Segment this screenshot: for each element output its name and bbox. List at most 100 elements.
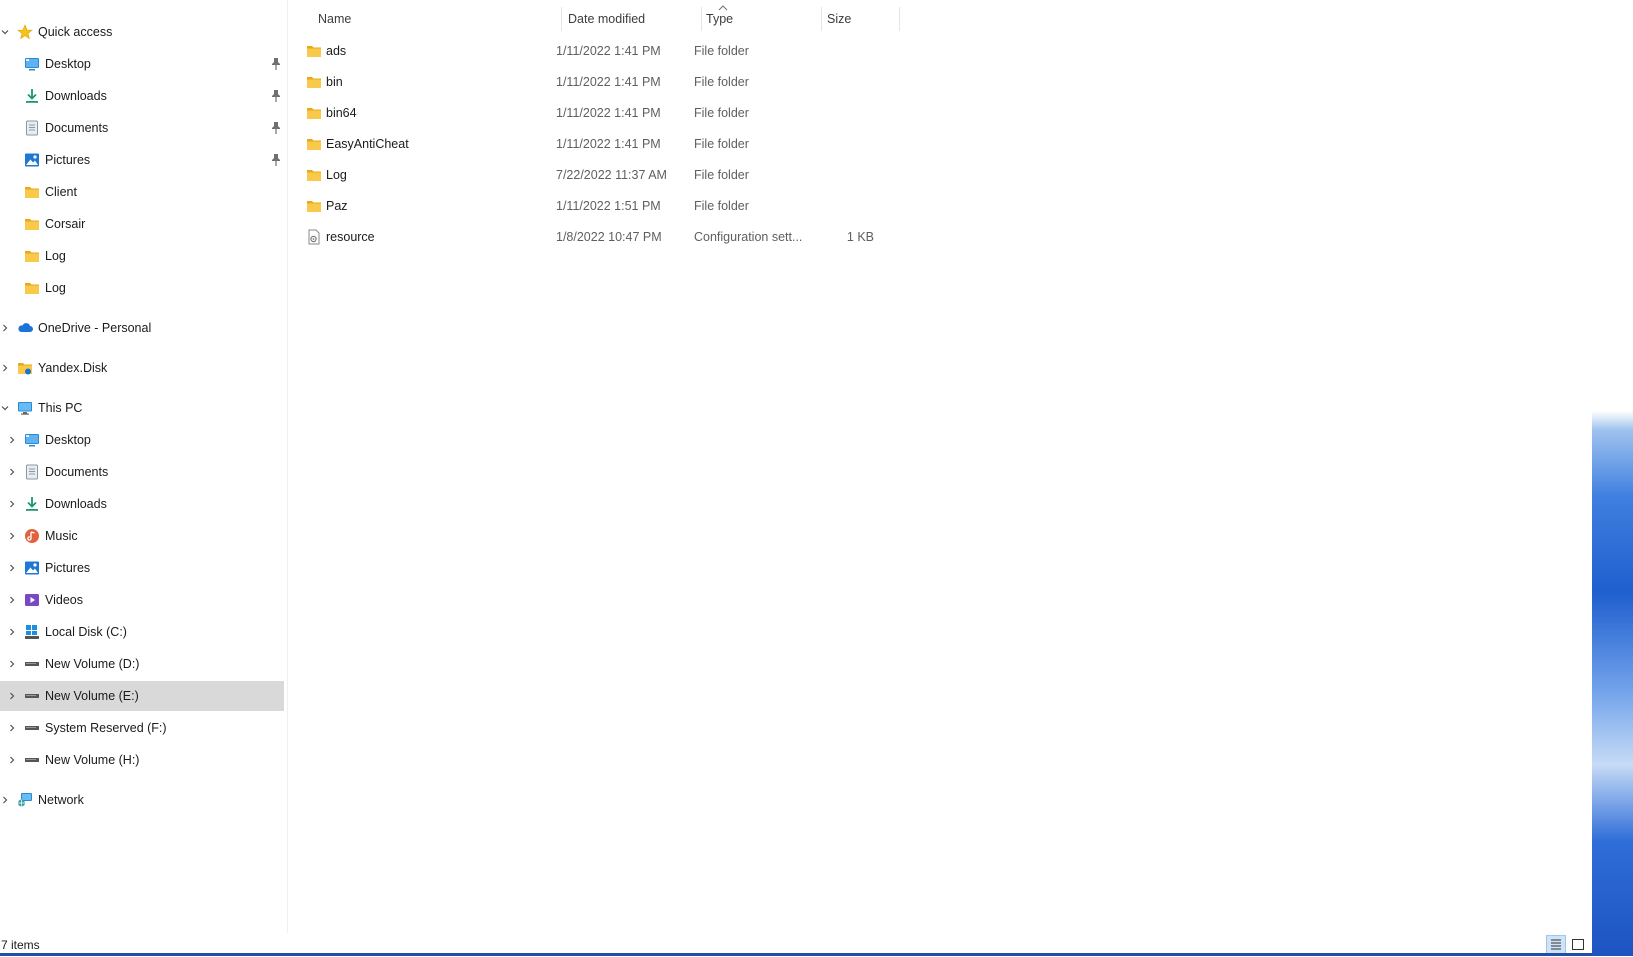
nav-onedrive[interactable]: OneDrive - Personal xyxy=(0,313,284,343)
chevron-right-icon[interactable] xyxy=(7,691,17,701)
column-header-date-modified[interactable]: Date modified xyxy=(568,7,708,31)
desktop-icon xyxy=(24,56,40,72)
details-view-button[interactable] xyxy=(1546,935,1566,954)
nav-this-pc[interactable]: This PC xyxy=(0,393,284,423)
pin-icon[interactable] xyxy=(270,89,282,103)
chevron-right-icon[interactable] xyxy=(0,363,10,373)
folder-icon xyxy=(24,248,40,264)
this-pc-item-new-volume-h[interactable]: New Volume (H:) xyxy=(0,745,284,775)
this-pc-item-videos[interactable]: Videos xyxy=(0,585,284,615)
file-row[interactable]: Log 7/22/2022 11:37 AM File folder xyxy=(298,161,1198,189)
yandex-disk-folder-icon xyxy=(17,360,33,376)
folder-icon xyxy=(306,43,322,59)
file-row[interactable]: EasyAntiCheat 1/11/2022 1:41 PM File fol… xyxy=(298,130,1198,158)
chevron-right-icon[interactable] xyxy=(7,467,17,477)
column-header-type[interactable]: Type xyxy=(706,7,806,31)
column-divider[interactable] xyxy=(899,7,900,31)
column-divider[interactable] xyxy=(701,7,702,31)
this-pc-item-music[interactable]: Music xyxy=(0,521,284,551)
chevron-down-icon[interactable] xyxy=(0,27,10,37)
nav-label: Log xyxy=(45,249,66,263)
quick-access-item-corsair[interactable]: Corsair xyxy=(0,209,284,239)
quick-access-item-documents[interactable]: Documents xyxy=(0,113,284,143)
desktop-icon xyxy=(24,432,40,448)
chevron-right-icon[interactable] xyxy=(7,563,17,573)
this-pc-item-system-reserved-f[interactable]: System Reserved (F:) xyxy=(0,713,284,743)
large-icons-view-button[interactable] xyxy=(1568,935,1588,954)
file-row[interactable]: ads 1/11/2022 1:41 PM File folder xyxy=(298,37,1198,65)
quick-access-item-log[interactable]: Log xyxy=(0,241,284,271)
this-pc-item-documents[interactable]: Documents xyxy=(0,457,284,487)
quick-access-item-pictures[interactable]: Pictures xyxy=(0,145,284,175)
column-header-size[interactable]: Size xyxy=(827,7,897,31)
file-type: File folder xyxy=(694,106,749,120)
details-view-icon xyxy=(1551,939,1561,950)
chevron-down-icon[interactable] xyxy=(0,403,10,413)
navigation-pane: Quick access Desktop Downloads Documents… xyxy=(0,0,287,933)
file-type: File folder xyxy=(694,75,749,89)
file-row[interactable]: bin64 1/11/2022 1:41 PM File folder xyxy=(298,99,1198,127)
file-date-modified: 7/22/2022 11:37 AM xyxy=(556,168,667,182)
this-pc-item-new-volume-d[interactable]: New Volume (D:) xyxy=(0,649,284,679)
file-date-modified: 1/11/2022 1:41 PM xyxy=(556,44,661,58)
chevron-right-icon[interactable] xyxy=(7,627,17,637)
file-name: bin xyxy=(326,75,343,89)
quick-access-item-downloads[interactable]: Downloads xyxy=(0,81,284,111)
chevron-right-icon[interactable] xyxy=(7,723,17,733)
chevron-right-icon[interactable] xyxy=(7,531,17,541)
nav-label: OneDrive - Personal xyxy=(38,321,152,335)
chevron-right-icon[interactable] xyxy=(7,435,17,445)
chevron-right-icon[interactable] xyxy=(7,499,17,509)
file-name: ads xyxy=(326,44,347,58)
this-pc-item-pictures[interactable]: Pictures xyxy=(0,553,284,583)
file-explorer-window: Quick access Desktop Downloads Documents… xyxy=(0,0,1592,956)
nav-label: Documents xyxy=(45,465,109,479)
folder-icon xyxy=(24,216,40,232)
pictures-icon xyxy=(24,560,40,576)
quick-access-item-desktop[interactable]: Desktop xyxy=(0,49,284,79)
nav-label: Local Disk (C:) xyxy=(45,625,127,639)
column-header-name[interactable]: Name xyxy=(318,7,568,31)
column-divider[interactable] xyxy=(561,7,562,31)
folder-icon xyxy=(24,184,40,200)
column-header-label: Date modified xyxy=(568,12,646,26)
windows-drive-icon xyxy=(24,624,40,640)
nav-yandex-disk[interactable]: Yandex.Disk xyxy=(0,353,284,383)
nav-label: Music xyxy=(45,529,78,543)
desktop-wallpaper xyxy=(1592,0,1633,956)
folder-icon xyxy=(306,167,322,183)
nav-label: Quick access xyxy=(38,25,113,39)
file-type: File folder xyxy=(694,137,749,151)
this-pc-item-desktop[interactable]: Desktop xyxy=(0,425,284,455)
nav-label: Network xyxy=(38,793,84,807)
onedrive-cloud-icon xyxy=(17,320,33,336)
file-row[interactable]: bin 1/11/2022 1:41 PM File folder xyxy=(298,68,1198,96)
file-size: 1 KB xyxy=(846,230,874,244)
chevron-right-icon[interactable] xyxy=(7,659,17,669)
chevron-right-icon[interactable] xyxy=(7,755,17,765)
nav-network[interactable]: Network xyxy=(0,785,284,815)
this-pc-item-new-volume-e[interactable]: New Volume (E:) xyxy=(0,681,284,711)
nav-label: Desktop xyxy=(45,433,91,447)
nav-label: Pictures xyxy=(45,561,91,575)
nav-label: New Volume (E:) xyxy=(45,689,139,703)
pin-icon[interactable] xyxy=(270,57,282,71)
file-row[interactable]: resource 1/8/2022 10:47 PM Configuration… xyxy=(298,223,1198,251)
this-pc-item-downloads[interactable]: Downloads xyxy=(0,489,284,519)
videos-icon xyxy=(24,592,40,608)
column-divider[interactable] xyxy=(821,7,822,31)
nav-quick-access[interactable]: Quick access xyxy=(0,17,284,47)
chevron-right-icon[interactable] xyxy=(0,795,10,805)
nav-label: Desktop xyxy=(45,57,91,71)
pin-icon[interactable] xyxy=(270,121,282,135)
quick-access-item-client[interactable]: Client xyxy=(0,177,284,207)
pin-icon[interactable] xyxy=(270,153,282,167)
this-pc-item-local-disk-c[interactable]: Local Disk (C:) xyxy=(0,617,284,647)
large-icons-view-icon xyxy=(1572,939,1584,950)
downloads-icon xyxy=(24,496,40,512)
chevron-right-icon[interactable] xyxy=(0,323,10,333)
chevron-right-icon[interactable] xyxy=(7,595,17,605)
file-type: File folder xyxy=(694,44,749,58)
quick-access-item-log-2[interactable]: Log xyxy=(0,273,284,303)
file-row[interactable]: Paz 1/11/2022 1:51 PM File folder xyxy=(298,192,1198,220)
